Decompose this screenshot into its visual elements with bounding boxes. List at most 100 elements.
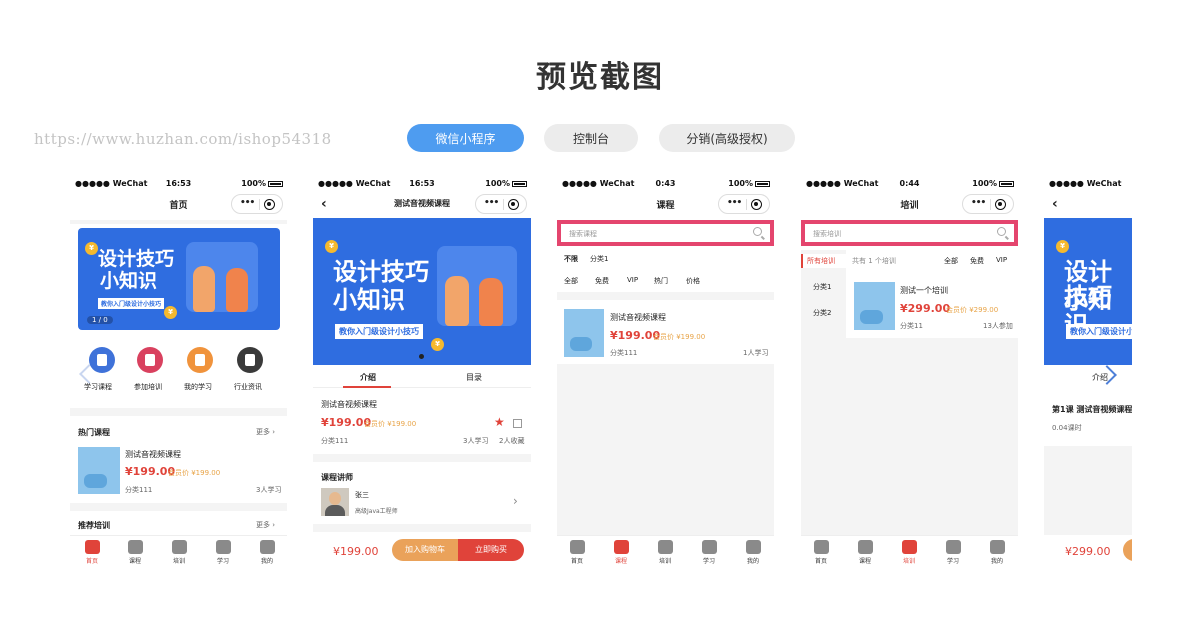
tabbar-study[interactable]: 学习 <box>203 540 243 565</box>
banner-line1: 设计技巧 <box>98 248 175 270</box>
filter-all[interactable]: 全部 <box>564 276 578 286</box>
coin-icon: ¥ <box>85 242 98 255</box>
tabbar-study[interactable]: 学习 <box>933 540 973 565</box>
course-name[interactable]: 测试音视频课程 <box>125 449 181 460</box>
lesson-title[interactable]: 第1课 测试音视频课程 <box>1052 404 1132 415</box>
slide-dot[interactable] <box>419 354 424 359</box>
nav-bar: 培训 ••• <box>801 194 1018 216</box>
tab-intro[interactable]: 介绍 <box>360 372 376 383</box>
coin-icon: ¥ <box>325 240 338 253</box>
course-learners: 3人学习 <box>463 437 489 445</box>
training-category: 分类11 <box>900 322 923 330</box>
tabbar-courses[interactable]: 课程 <box>845 540 885 565</box>
filter-price[interactable]: 价格 <box>686 276 700 286</box>
training-thumbnail[interactable] <box>854 282 895 330</box>
vip-price: 会员价 ¥199.00 <box>364 420 417 428</box>
filter-vip[interactable]: VIP <box>996 256 1007 264</box>
tabbar-home[interactable]: 首页 <box>557 540 597 565</box>
more-link[interactable]: 更多 › <box>256 520 275 530</box>
filter-category1[interactable]: 分类1 <box>590 254 608 264</box>
course-banner: 设计技巧 小知识 教你入门级设计小技巧 ¥ <box>1044 218 1132 365</box>
search-icon[interactable] <box>753 227 762 236</box>
add-to-cart-button[interactable] <box>1123 539 1132 561</box>
buy-now-button[interactable]: 立即购买 <box>458 539 524 561</box>
tabbar-training[interactable]: 培训 <box>159 540 199 565</box>
category-1[interactable]: 分类1 <box>813 282 831 292</box>
filter-vip[interactable]: VIP <box>627 276 638 284</box>
status-bar: ●●●●● WeChat 16:53 100% <box>70 176 287 192</box>
battery-icon <box>999 180 1014 187</box>
close-capsule-icon[interactable] <box>508 199 519 210</box>
detail-tabs: 介绍 目录 <box>313 368 531 388</box>
tab-bar: 首页 课程 培训 学习 我的 <box>801 535 1018 567</box>
filter-unlimited[interactable]: 不限 <box>564 254 578 264</box>
teacher-section-title: 课程讲师 <box>321 473 353 482</box>
search-placeholder: 搜索课程 <box>569 230 597 238</box>
tabbar-study[interactable]: 学习 <box>689 540 729 565</box>
tabbar-mine[interactable]: 我的 <box>247 540 287 565</box>
search-icon[interactable] <box>997 227 1006 236</box>
menu-item-my-study[interactable]: 我的学习 <box>184 382 212 392</box>
tabbar-mine[interactable]: 我的 <box>977 540 1017 565</box>
share-icon[interactable] <box>513 419 522 428</box>
category-2[interactable]: 分类2 <box>813 308 831 318</box>
banner-subtitle: 教你入门级设计小技巧 <box>335 324 423 339</box>
capsule-menu[interactable]: ••• <box>962 194 1014 214</box>
course-name[interactable]: 测试音视频课程 <box>610 312 666 323</box>
filter-hot[interactable]: 热门 <box>654 276 668 286</box>
course-thumbnail[interactable] <box>78 447 120 494</box>
filter-free[interactable]: 免费 <box>595 276 609 286</box>
course-learners: 1人学习 <box>743 349 769 357</box>
empty-area <box>557 364 774 535</box>
capsule-menu[interactable]: ••• <box>718 194 770 214</box>
search-input[interactable]: 搜索培训 <box>801 220 1018 246</box>
tabbar-training[interactable]: 培训 <box>889 540 929 565</box>
banner-line2: 小知识 <box>333 286 405 314</box>
more-icon[interactable]: ••• <box>484 198 499 208</box>
course-thumbnail[interactable] <box>564 309 604 357</box>
filter-free[interactable]: 免费 <box>970 256 984 266</box>
tabbar-mine[interactable]: 我的 <box>733 540 773 565</box>
more-icon[interactable]: ••• <box>727 198 742 208</box>
more-link[interactable]: 更多 › <box>256 427 275 437</box>
tab-wechat-miniprogram[interactable]: 微信小程序 <box>407 124 524 152</box>
tab-underline <box>343 386 391 388</box>
close-capsule-icon[interactable] <box>995 199 1006 210</box>
close-capsule-icon[interactable] <box>751 199 762 210</box>
chevron-right-icon[interactable]: › <box>513 494 518 508</box>
home-banner[interactable]: 设计技巧 小知识 教你入门级设计小技巧 ¥ ¥ 1 / 0 <box>78 228 280 330</box>
more-icon[interactable]: ••• <box>240 198 255 208</box>
heart-icon <box>945 540 961 554</box>
purchase-bar: ¥299.00 <box>1044 535 1132 567</box>
doc-icon[interactable] <box>187 347 213 373</box>
tab-distribution[interactable]: 分销(高级授权) <box>659 124 795 152</box>
bookmark-icon[interactable] <box>137 347 163 373</box>
news-icon[interactable] <box>237 347 263 373</box>
tab-console[interactable]: 控制台 <box>544 124 638 152</box>
filter-all[interactable]: 全部 <box>944 256 958 266</box>
close-capsule-icon[interactable] <box>264 199 275 210</box>
tabbar-courses[interactable]: 课程 <box>601 540 641 565</box>
training-icon <box>657 540 673 554</box>
course-category: 分类111 <box>321 437 349 445</box>
tab-catalog[interactable]: 目录 <box>466 372 482 383</box>
more-icon[interactable]: ••• <box>971 198 986 208</box>
star-icon[interactable]: ★ <box>494 415 505 429</box>
teacher-name: 张三 <box>355 491 369 499</box>
category-all[interactable]: 所有培训 <box>807 256 835 266</box>
add-to-cart-button[interactable]: 加入购物车 <box>392 539 458 561</box>
tabbar-training[interactable]: 培训 <box>645 540 685 565</box>
menu-item-training[interactable]: 参加培训 <box>134 382 162 392</box>
search-input[interactable]: 搜索课程 <box>557 220 774 246</box>
capsule-menu[interactable]: ••• <box>475 194 527 214</box>
menu-item-learn[interactable]: 学习课程 <box>84 382 112 392</box>
capsule-menu[interactable]: ••• <box>231 194 283 214</box>
training-name[interactable]: 测试一个培训 <box>900 285 948 296</box>
book-icon[interactable] <box>89 347 115 373</box>
phone-detail-cropped: ●●●●● WeChat ‹ 设计技巧 小知识 教你入门级设计小技巧 ¥ 介绍 … <box>1044 176 1132 567</box>
tabbar-home[interactable]: 首页 <box>801 540 841 565</box>
back-icon[interactable]: ‹ <box>1052 197 1058 211</box>
menu-item-news[interactable]: 行业资讯 <box>234 382 262 392</box>
tabbar-home[interactable]: 首页 <box>72 540 112 565</box>
tabbar-courses[interactable]: 课程 <box>115 540 155 565</box>
